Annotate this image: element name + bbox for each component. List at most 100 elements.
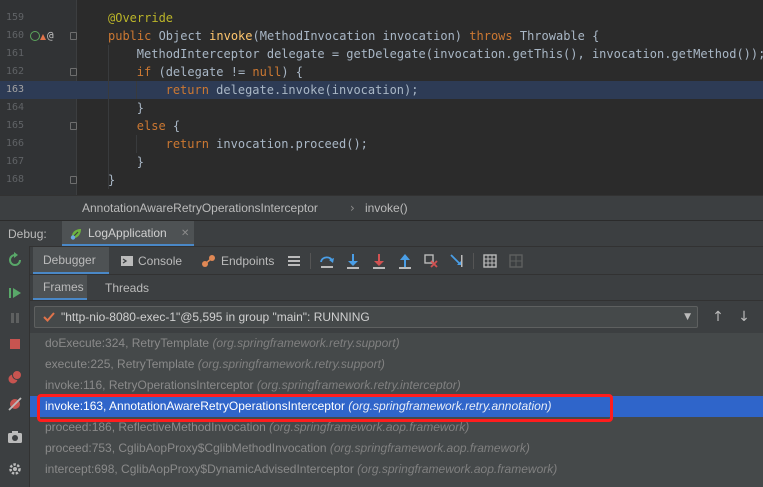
tab-threads[interactable]: Threads [94,275,154,301]
thread-select[interactable]: "http-nio-8080-exec-1"@5,595 in group "m… [34,306,698,328]
line-number: 160 [5,30,24,41]
code-text: @Override [108,9,173,27]
frame-method: execute:225, RetryTemplate [45,357,198,371]
stack-frame-row[interactable]: execute:225, RetryTemplate (org.springfr… [30,354,763,375]
toolbar-separator [310,253,311,269]
breadcrumb: AnnotationAwareRetryOperationsIntercepto… [0,195,763,220]
step-out-icon[interactable] [397,253,413,269]
code-line[interactable]: 162 if (delegate != null) { [0,63,763,81]
code-token: Throwable { [519,29,600,43]
code-text: else { [137,117,180,135]
thread-select-value: "http-nio-8080-exec-1"@5,595 in group "m… [61,310,370,324]
close-icon[interactable]: ✕ [181,221,189,247]
stack-frame-row[interactable]: proceed:753, CglibAopProxy$CglibMethodIn… [30,438,763,459]
step-over-icon[interactable] [319,253,335,269]
code-token: return [165,137,217,151]
view-breakpoints-icon[interactable] [7,369,23,385]
code-token: } [108,173,116,187]
debugger-toolbar: Debugger Console Endpoints [30,246,763,275]
evaluate-expression-icon[interactable] [482,253,498,269]
drop-frame-icon[interactable] [423,253,439,269]
code-token: (MethodInvocation invocation) [252,29,470,43]
line-number: 166 [5,138,24,149]
code-editor[interactable]: 159 @Override 160 public Object invoke(Meth… [0,0,763,195]
force-step-into-icon[interactable] [371,253,387,269]
code-text: if (delegate != null) { [137,63,303,81]
stack-frame-row[interactable]: invoke:116, RetryOperationsInterceptor (… [30,375,763,396]
settings-icon[interactable] [7,461,23,477]
line-number: 159 [5,12,24,23]
code-token: Object [158,29,210,43]
indent-guide [108,45,109,189]
mute-breakpoints-icon[interactable] [7,396,23,412]
tab-debugger-label: Debugger [43,253,96,267]
resume-icon[interactable] [7,285,23,301]
frame-package: (org.springframework.retry.support) [212,336,400,350]
frame-method: intercept:698, CglibAopProxy$DynamicAdvi… [45,462,358,476]
pause-icon[interactable] [7,310,23,326]
code-token: } [136,155,145,169]
camera-icon[interactable] [7,429,23,445]
code-line[interactable]: 159 @Override [0,9,763,27]
code-text: return invocation.proceed(); [166,135,368,153]
breadcrumb-method[interactable]: invoke() [365,196,408,221]
step-into-icon[interactable] [345,253,361,269]
thread-selector-row: "http-nio-8080-exec-1"@5,595 in group "m… [30,300,763,333]
code-line[interactable]: 167} [0,153,763,171]
frame-package: (org.springframework.aop.framework) [357,462,558,476]
code-token: (delegate != [158,65,253,79]
debug-title: Debug: [8,227,47,241]
tab-endpoints[interactable]: Endpoints [196,247,282,275]
tab-console[interactable]: Console [114,247,192,275]
arrow-down-icon[interactable]: ↓ [734,307,754,327]
fold-icon[interactable] [70,176,77,184]
tab-frames[interactable]: Frames [33,275,87,301]
show-execution-point-icon[interactable] [286,253,302,269]
code-token: null [252,65,282,79]
code-line[interactable]: 166 return invocation.proceed(); [0,135,763,153]
highlight-annotation-box [37,394,613,422]
code-line[interactable]: 161 MethodInterceptor delegate = getDeleg… [0,45,763,63]
code-line[interactable]: 168} [0,171,763,189]
frame-package: (org.springframework.retry.interceptor) [256,378,461,392]
code-text: MethodInterceptor delegate = getDelegate… [137,45,763,63]
code-token: { [172,119,181,133]
frame-method: proceed:186, ReflectiveMethodInvocation [45,420,270,434]
line-number: 163 [5,84,24,95]
code-token: return [165,83,217,97]
fold-icon[interactable] [70,68,77,76]
tab-frames-label: Frames [43,280,84,294]
frame-method: doExecute:324, RetryTemplate [45,336,213,350]
indent-guide [136,135,137,153]
console-icon [121,256,133,266]
rerun-icon[interactable] [7,252,23,268]
code-line[interactable]: 160 public Object invoke(MethodInvocation… [0,27,763,45]
debug-side-toolbar [0,246,30,487]
trace-stream-icon[interactable] [508,253,524,269]
stack-frame-row[interactable]: intercept:698, CglibAopProxy$DynamicAdvi… [30,459,763,480]
code-text: return delegate.invoke(invocation); [166,81,419,99]
code-line[interactable]: 164} [0,99,763,117]
debug-tool-window-header: Debug: LogApplication ✕ [0,220,763,247]
code-token: throws [469,29,520,43]
code-token: @Override [108,11,174,25]
code-line[interactable]: 163 return delegate.invoke(invocation); [0,81,763,99]
tab-console-label: Console [138,254,183,268]
breadcrumb-class[interactable]: AnnotationAwareRetryOperationsIntercepto… [82,196,318,221]
code-text: } [108,171,115,189]
annotation-marker[interactable]: @ [47,27,54,45]
run-to-cursor-icon[interactable] [449,253,465,269]
code-line[interactable]: 165 else { [0,117,763,135]
implements-marker-icon[interactable] [30,31,40,41]
fold-icon[interactable] [70,32,77,40]
arrow-up-icon[interactable]: ↑ [708,307,728,327]
frame-method: proceed:753, CglibAopProxy$CglibMethodIn… [45,441,330,455]
stack-frame-row[interactable]: doExecute:324, RetryTemplate (org.spring… [30,333,763,354]
run-config-label[interactable]: LogApplication [88,221,167,244]
code-text: } [137,99,144,117]
stop-icon[interactable] [7,336,23,352]
tab-debugger[interactable]: Debugger [33,247,109,275]
fold-icon[interactable] [70,122,77,130]
code-token: } [136,101,145,115]
check-icon [43,312,55,322]
